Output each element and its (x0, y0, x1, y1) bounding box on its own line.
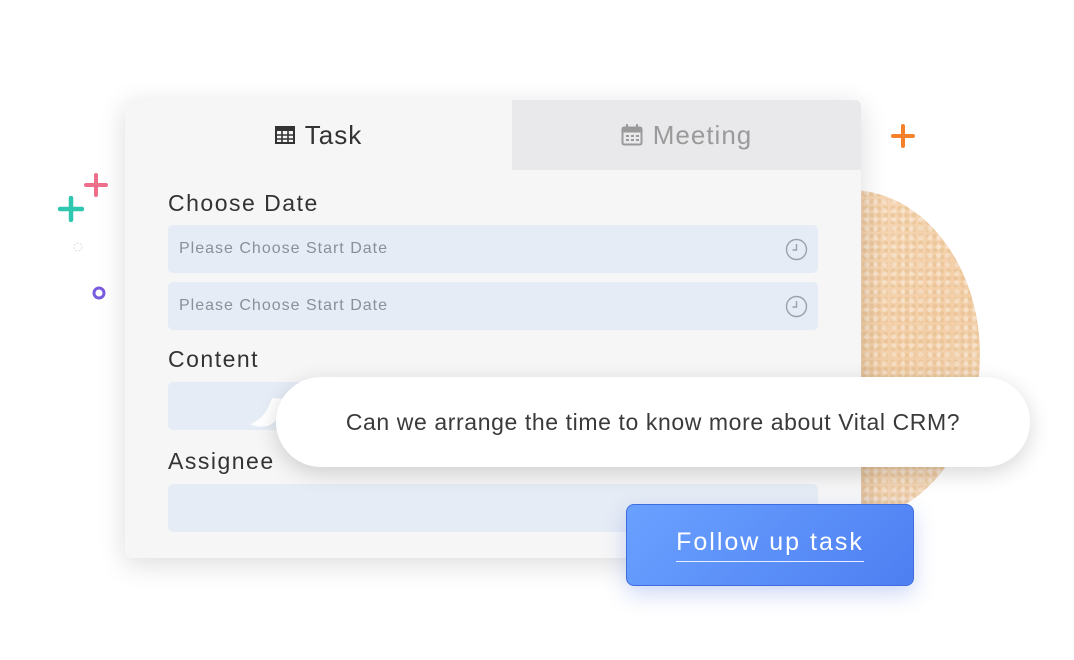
chat-bubble-text: Can we arrange the time to know more abo… (345, 408, 961, 435)
end-date-field[interactable]: Please Choose Start Date (168, 282, 818, 330)
calendar-icon (621, 124, 643, 146)
table-icon (274, 126, 295, 144)
start-date-placeholder: Please Choose Start Date (179, 240, 388, 257)
plus-icon (891, 124, 915, 148)
ring-icon (92, 286, 106, 300)
end-date-placeholder: Please Choose Start Date (179, 297, 388, 314)
follow-up-task-label: Follow up task (676, 528, 864, 562)
plus-icon (84, 173, 108, 197)
tab-task-label: Task (304, 119, 363, 150)
clock-icon[interactable] (785, 295, 808, 318)
task-card: Task Meeting Choose Date Please Choose S… (125, 100, 861, 558)
task-form: Choose Date Please Choose Start Date Ple… (168, 188, 818, 532)
choose-date-label: Choose Date (168, 190, 319, 216)
plus-icon (58, 196, 84, 222)
tab-meeting-label: Meeting (652, 119, 753, 150)
tab-meeting[interactable]: Meeting (512, 100, 861, 170)
tab-bar: Task Meeting (125, 100, 861, 170)
tab-task[interactable]: Task (125, 100, 512, 170)
chat-bubble: Can we arrange the time to know more abo… (276, 377, 1030, 467)
ring-icon (73, 242, 83, 252)
follow-up-task-button[interactable]: Follow up task (626, 504, 914, 586)
stage: Task Meeting Choose Date Please Choose S… (0, 0, 1074, 660)
content-label: Content (168, 346, 260, 372)
clock-icon[interactable] (785, 238, 808, 261)
start-date-field[interactable]: Please Choose Start Date (168, 225, 818, 273)
